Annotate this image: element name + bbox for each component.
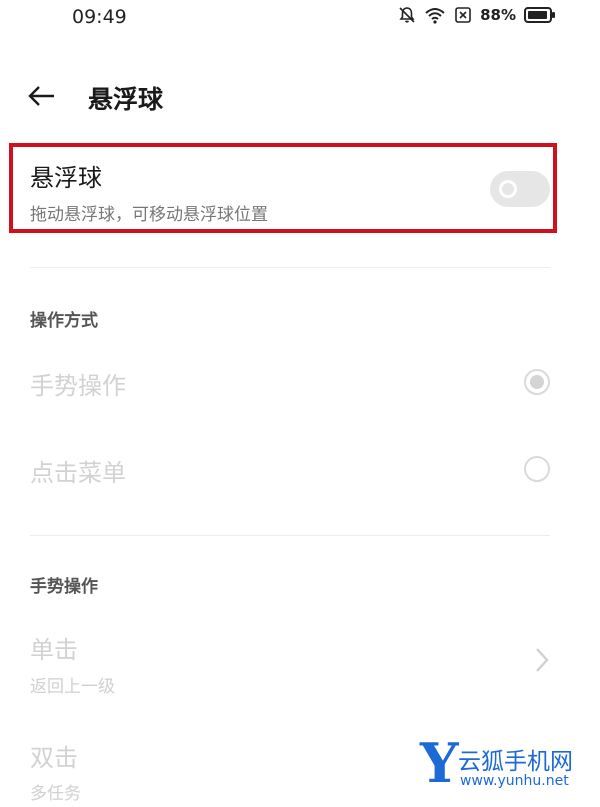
watermark-url: www.yunhu.net bbox=[460, 773, 569, 789]
section-header-operation-mode: 操作方式 bbox=[30, 311, 98, 331]
floating-ball-title: 悬浮球 bbox=[30, 164, 102, 192]
wifi-icon bbox=[424, 6, 446, 24]
battery-icon bbox=[524, 6, 556, 24]
battery-percent: 88% bbox=[480, 6, 516, 24]
floating-ball-description: 拖动悬浮球，可移动悬浮球位置 bbox=[30, 205, 268, 225]
bell-off-icon bbox=[398, 6, 416, 24]
toggle-knob bbox=[499, 180, 517, 198]
section-header-gestures: 手势操作 bbox=[30, 577, 98, 597]
arrow-left-icon bbox=[28, 86, 54, 106]
option-gesture-label[interactable]: 手势操作 bbox=[30, 366, 126, 401]
chevron-right-icon[interactable] bbox=[534, 646, 550, 674]
watermark-logo: Y 云狐手机网 www.yunhu.net bbox=[420, 736, 596, 802]
option-click-menu-label[interactable]: 点击菜单 bbox=[30, 453, 126, 488]
header: 悬浮球 bbox=[0, 72, 600, 120]
option-click-menu-radio[interactable] bbox=[524, 456, 550, 482]
status-time: 09:49 bbox=[72, 6, 127, 28]
sim-icon bbox=[454, 6, 472, 24]
option-gesture-radio[interactable] bbox=[524, 369, 550, 395]
watermark-letter: Y bbox=[420, 731, 459, 795]
gesture-single-tap-label[interactable]: 单击 bbox=[30, 630, 78, 665]
gesture-single-tap-value: 返回上一级 bbox=[30, 677, 115, 697]
divider bbox=[30, 535, 550, 536]
floating-ball-toggle[interactable] bbox=[490, 171, 550, 207]
gesture-double-tap-label[interactable]: 双击 bbox=[30, 738, 78, 773]
divider bbox=[30, 267, 550, 268]
status-bar: 09:49 88% bbox=[0, 0, 600, 36]
status-icons: 88% bbox=[398, 6, 556, 24]
watermark-name: 云狐手机网 bbox=[458, 749, 573, 775]
gesture-double-tap-value: 多任务 bbox=[30, 784, 81, 804]
back-button[interactable] bbox=[24, 78, 60, 114]
page-title: 悬浮球 bbox=[88, 85, 164, 114]
